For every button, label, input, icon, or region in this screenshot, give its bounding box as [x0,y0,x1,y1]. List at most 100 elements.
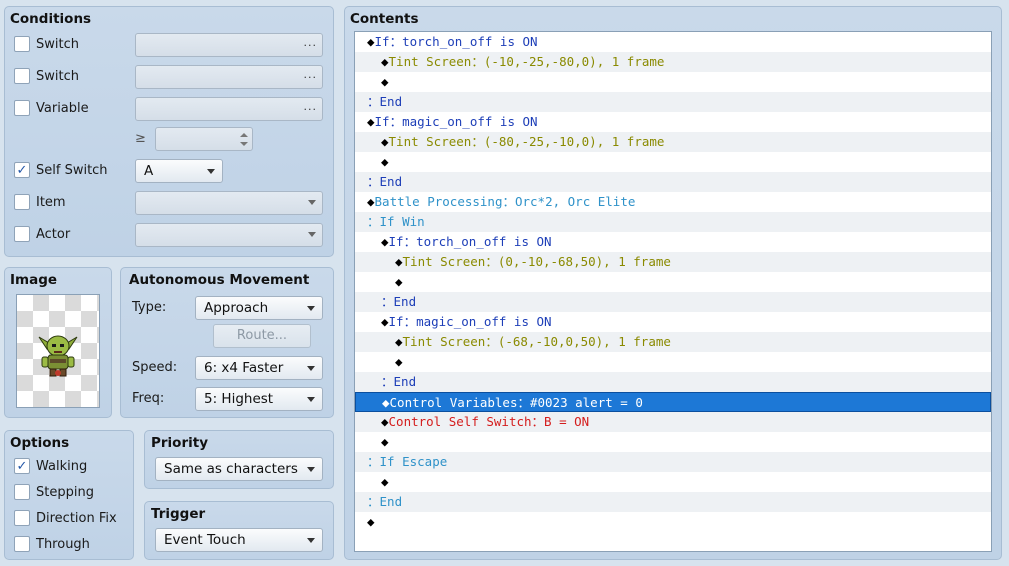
branch-marker: ： [381,374,394,389]
command-row[interactable]: ◆Tint Screen：(-10,-25,-80,0), 1 frame [355,52,991,72]
item-checkbox-row[interactable]: Item [14,194,66,210]
command-row[interactable]: ：End [355,492,991,512]
stepping-checkbox[interactable] [14,484,30,500]
variable-checkbox-row[interactable]: Variable [14,100,89,116]
switch1-browse-button[interactable]: ... [304,36,318,49]
command-row[interactable]: ◆ [355,472,991,492]
contents-title: Contents [350,11,419,27]
option-direction-fix-row[interactable]: Direction Fix [14,510,117,526]
command-text: End [393,374,417,389]
command-text: If：torch_on_off is ON [374,34,538,49]
self-switch-checkbox[interactable]: ✓ [14,162,30,178]
command-row[interactable]: ◆If：torch_on_off is ON [355,232,991,252]
route-button[interactable]: Route... [213,324,311,348]
self-switch-value: A [144,163,154,179]
switch1-label: Switch [36,36,79,52]
command-row[interactable]: ◆ [355,512,991,532]
switch1-checkbox[interactable] [14,36,30,52]
variable-value-spinner[interactable] [155,127,253,151]
movement-freq-select[interactable]: 5: Highest [195,387,323,411]
command-text: If：torch_on_off is ON [388,234,552,249]
command-row[interactable]: ◆Tint Screen：(0,-10,-68,50), 1 frame [355,252,991,272]
branch-marker: ： [367,494,380,509]
command-text: Tint Screen：(0,-10,-68,50), 1 frame [402,254,671,269]
command-row[interactable]: ◆If：magic_on_off is ON [355,312,991,332]
command-row[interactable]: ◆ [355,152,991,172]
variable-checkbox[interactable] [14,100,30,116]
actor-checkbox[interactable] [14,226,30,242]
walking-checkbox[interactable]: ✓ [14,458,30,474]
branch-marker: ： [367,174,380,189]
movement-type-select[interactable]: Approach [195,296,323,320]
command-row[interactable]: ：End [355,372,991,392]
spinner-down-icon[interactable] [240,142,248,146]
diamond-icon: ◆ [381,434,389,449]
command-row[interactable]: ：If Win [355,212,991,232]
chevron-down-icon [307,366,315,371]
event-image-preview[interactable] [16,294,100,408]
command-text: Tint Screen：(-68,-10,0,50), 1 frame [402,334,671,349]
command-row[interactable]: ◆Control Self Switch：B = ON [355,412,991,432]
diamond-icon: ◆ [382,395,390,410]
diamond-icon: ◆ [381,154,389,169]
command-text: If：magic_on_off is ON [388,314,552,329]
command-row[interactable]: ◆If：magic_on_off is ON [355,112,991,132]
command-row[interactable]: ◆ [355,272,991,292]
variable-field[interactable]: ... [135,97,323,121]
command-row[interactable]: ◆ [355,432,991,452]
command-text: Tint Screen：(-80,-25,-10,0), 1 frame [388,134,665,149]
switch2-checkbox-row[interactable]: Switch [14,68,79,84]
switch1-field[interactable]: ... [135,33,323,57]
chevron-down-icon [307,467,315,472]
item-select[interactable] [135,191,323,215]
option-walking-row[interactable]: ✓ Walking [14,458,87,474]
trigger-panel: Trigger Event Touch [144,501,334,560]
command-row[interactable]: ：End [355,92,991,112]
spinner-up-icon[interactable] [240,133,248,137]
option-stepping-row[interactable]: Stepping [14,484,94,500]
direction-fix-checkbox[interactable] [14,510,30,526]
variable-operator: ≥ [135,131,146,146]
actor-checkbox-row[interactable]: Actor [14,226,70,242]
switch1-checkbox-row[interactable]: Switch [14,36,79,52]
movement-freq-value: 5: Highest [204,391,274,407]
command-row[interactable]: ：If Escape [355,452,991,472]
command-row[interactable]: ◆ [355,72,991,92]
trigger-select[interactable]: Event Touch [155,528,323,552]
switch2-browse-button[interactable]: ... [304,68,318,81]
movement-freq-label: Freq: [132,391,165,406]
self-switch-select[interactable]: A [135,159,223,183]
diamond-icon: ◆ [381,134,389,149]
command-row-selected[interactable]: ◆Control Variables：#0023 alert = 0 [355,392,991,412]
actor-select[interactable] [135,223,323,247]
command-row[interactable]: ◆ [355,352,991,372]
self-switch-checkbox-row[interactable]: ✓ Self Switch [14,162,108,178]
command-row[interactable]: ◆Tint Screen：(-68,-10,0,50), 1 frame [355,332,991,352]
chevron-down-icon [307,397,315,402]
command-text: If：magic_on_off is ON [374,114,538,129]
event-command-list[interactable]: ◆If：torch_on_off is ON ◆Tint Screen：(-10,… [354,31,992,552]
command-row[interactable]: ：End [355,292,991,312]
options-title: Options [10,435,70,451]
priority-select[interactable]: Same as characters [155,457,323,481]
diamond-icon: ◆ [381,474,389,489]
through-checkbox[interactable] [14,536,30,552]
command-row[interactable]: ：End [355,172,991,192]
priority-panel: Priority Same as characters [144,430,334,489]
command-row[interactable]: ◆Battle Processing：Orc*2, Orc Elite [355,192,991,212]
item-checkbox[interactable] [14,194,30,210]
variable-label: Variable [36,100,89,116]
movement-speed-select[interactable]: 6: x4 Faster [195,356,323,380]
command-text: Control Self Switch：B = ON [388,414,590,429]
switch2-checkbox[interactable] [14,68,30,84]
trigger-title: Trigger [151,506,206,522]
image-title: Image [10,272,58,288]
goblin-sprite-icon [38,335,78,377]
command-row[interactable]: ◆If：torch_on_off is ON [355,32,991,52]
variable-browse-button[interactable]: ... [304,100,318,113]
option-through-row[interactable]: Through [14,536,90,552]
command-text: Control Variables：#0023 alert = 0 [389,395,643,410]
switch2-field[interactable]: ... [135,65,323,89]
command-row[interactable]: ◆Tint Screen：(-80,-25,-10,0), 1 frame [355,132,991,152]
priority-value: Same as characters [164,461,298,477]
